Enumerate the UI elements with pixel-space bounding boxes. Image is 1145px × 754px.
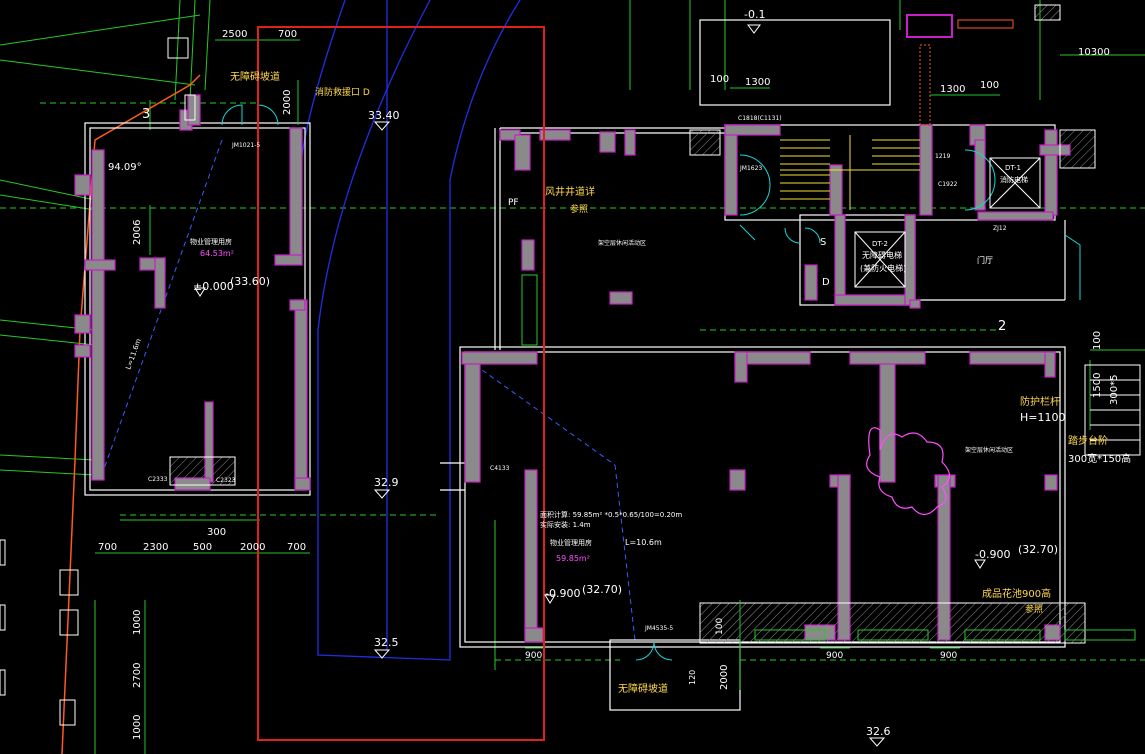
elevator-dt2-sub1: 无障碍电梯: [862, 250, 902, 260]
elev-bottom-32-6: 32.6: [866, 725, 891, 738]
elev-zero: ±0.000: [193, 280, 234, 293]
door-jm4535: JM4535-5: [644, 625, 673, 632]
dim-bottom-700a: 700: [98, 542, 117, 553]
unit-note-mid: 架空层休闲活动区: [598, 239, 646, 247]
elevator-dt1-sub: 消防电梯: [1000, 175, 1028, 184]
area-mid-note2: 实际安装: 1.4m: [540, 520, 591, 529]
door-c1922: C1922: [938, 181, 958, 188]
area-mid-title: 物业管理用房: [550, 538, 592, 547]
ramp-length: L=10.6m: [625, 538, 662, 547]
door-c2323: C2323: [216, 477, 236, 484]
dim-bottom-700b: 700: [287, 542, 306, 553]
step-size: 300宽*150高: [1068, 452, 1131, 465]
pf-label: PF: [508, 198, 519, 208]
dim-r-1300: 1300: [940, 84, 965, 95]
elevator-dt1: DT-1: [1005, 164, 1021, 172]
dim-bottom-2000: 2000: [240, 542, 265, 553]
label-d: D: [822, 277, 830, 288]
dim-left-1000b: 1000: [132, 715, 143, 740]
area-left-value: 64.53m²: [200, 249, 234, 258]
door-jm1021: JM1021-5: [231, 142, 260, 149]
door-jm1623: JM1623: [739, 165, 762, 172]
label-s: S: [820, 237, 826, 248]
dim-bottom-100: 100: [715, 618, 725, 635]
elev-neg-900-right: -0.900: [975, 548, 1010, 561]
dim-r-10300: 10300: [1078, 47, 1110, 58]
dim-left-2700: 2700: [132, 663, 143, 688]
hall-label: 门厅: [977, 255, 993, 265]
fire-truck-ramp: 消防救援口 D: [315, 86, 370, 98]
dim-bottom-900a: 900: [525, 651, 542, 661]
elev-ramp-mid: 32.9: [374, 476, 399, 489]
unit-note-right: 架空层休闲活动区: [965, 446, 1013, 454]
angle-label: 94.09°: [108, 162, 142, 173]
planter-sub: 参照: [1025, 603, 1043, 615]
dim-bottom-900b: 900: [826, 651, 843, 661]
elev-top-minus01: -0.1: [744, 8, 765, 21]
elev-ramp-bottom: 32.5: [374, 636, 399, 649]
dim-vertical-2000: 2000: [282, 90, 293, 115]
step-label: 踏步台阶: [1068, 434, 1108, 447]
area-mid-note1: 面积计算: 59.85m² *0.5*0.65/100=0.20m: [540, 510, 682, 519]
guard-rail-h: H=1100: [1020, 411, 1065, 424]
dim-bottom-300: 300: [207, 527, 226, 538]
area-left-title: 物业管理用房: [190, 237, 232, 246]
dim-top-700: 700: [278, 29, 297, 40]
guard-rail: 防护栏杆: [1020, 395, 1060, 408]
elev-neg-900-left: -0.900: [545, 587, 580, 600]
dim-right-1500: 1500: [1092, 373, 1103, 398]
elevator-dt2-sub2: (兼防火电梯): [860, 263, 906, 273]
door-c1818: C1818(C1131): [738, 115, 782, 122]
elev-neg-900-left-paren: (32.70): [582, 583, 622, 596]
dim-right-300x5: 300*5: [1109, 375, 1120, 405]
shaft-label: 风井井道详: [545, 185, 595, 198]
dim-left-2006: 2006: [132, 220, 143, 245]
barrier-free-ramp-top: 无障碍坡道: [230, 70, 280, 83]
axis-3: 3: [142, 107, 150, 122]
dim-right-100: 100: [1092, 331, 1103, 350]
door-zj12: ZJ12: [993, 225, 1007, 232]
dim-top-1300: 1300: [745, 77, 770, 88]
planter-label: 成品花池900高: [982, 587, 1051, 600]
dim-bottom-2000-mid: 2000: [719, 665, 730, 690]
elevator-dt2: DT-2: [872, 240, 888, 248]
dim-top-2500: 2500: [222, 29, 247, 40]
dim-r-100: 100: [980, 80, 999, 91]
elev-zero-paren: (33.60): [230, 275, 270, 288]
elev-ramp-top: 33.40: [368, 109, 400, 122]
area-mid-value: 59.85m²: [556, 554, 590, 563]
shaft-sub: 参照: [570, 203, 588, 215]
dim-bottom-2300: 2300: [143, 542, 168, 553]
dim-top-100: 100: [710, 74, 729, 85]
door-c2333: C2333: [148, 476, 168, 483]
dim-bottom-900c: 900: [940, 651, 957, 661]
door-1219: 1219: [935, 153, 950, 160]
dim-bottom-120: 120: [688, 670, 697, 685]
dim-left-1000a: 1000: [132, 610, 143, 635]
barrier-free-ramp-bottom: 无障碍坡道: [618, 682, 668, 695]
axis-2: 2: [998, 319, 1006, 334]
cad-floor-plan: 2500 700 -0.1 100 1300 1300 100 10300 3 …: [0, 0, 1145, 754]
door-c4133: C4133: [490, 465, 510, 472]
dim-bottom-500: 500: [193, 542, 212, 553]
elev-neg-900-right-paren: (32.70): [1018, 543, 1058, 556]
